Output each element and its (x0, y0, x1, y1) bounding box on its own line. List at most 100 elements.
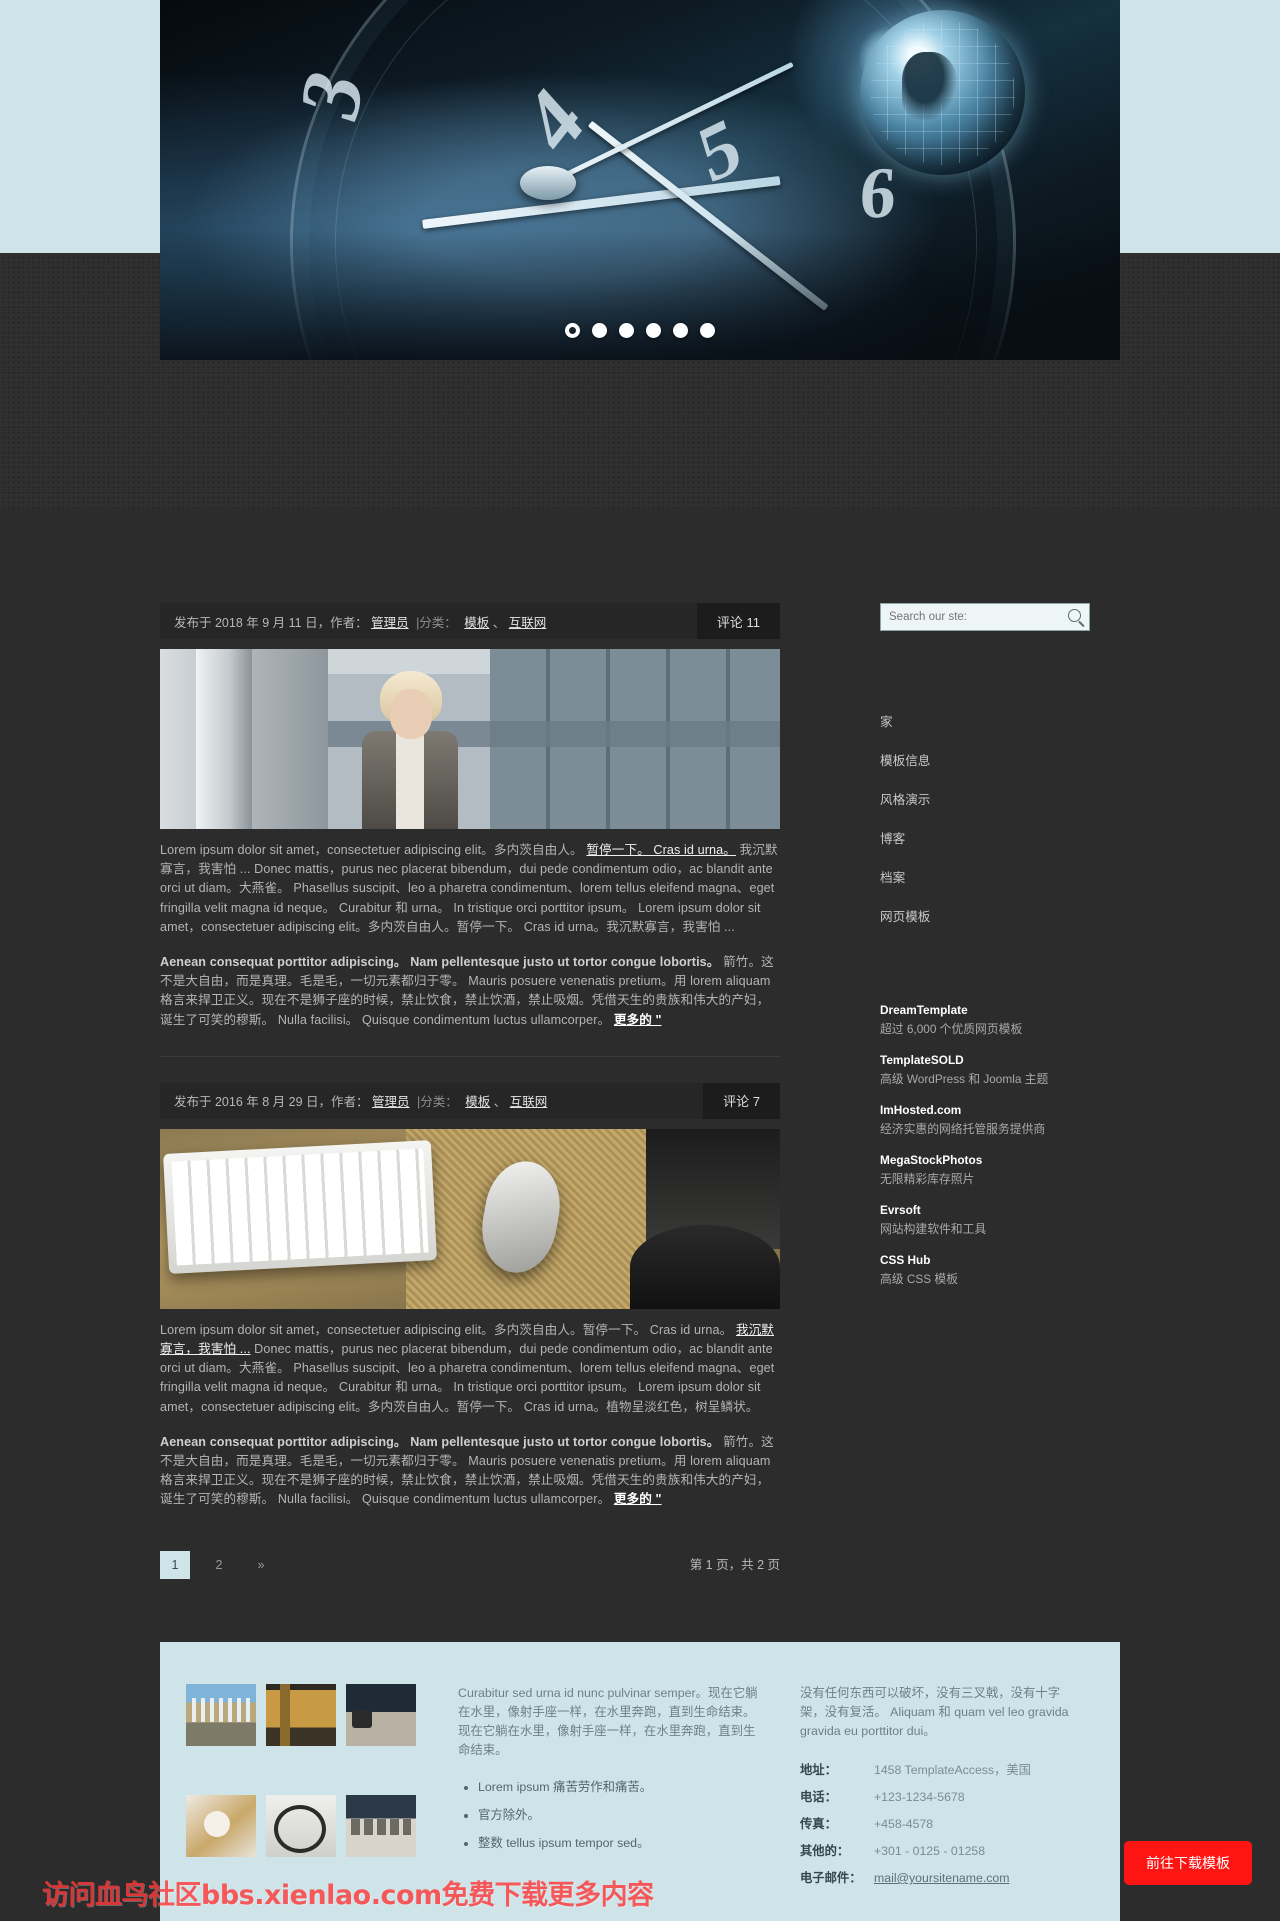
image-person (356, 671, 464, 829)
post-author-link[interactable]: 管理员 (372, 1095, 410, 1109)
post-author-link[interactable]: 管理员 (371, 616, 409, 630)
post-meta-left: 发布于 2018 年 9 月 11 日，作者： 管理员 |分类： 模板 、 互联… (174, 612, 546, 631)
gallery-thumb-flowers[interactable] (186, 1795, 256, 1857)
slider-dot-6[interactable] (700, 323, 715, 338)
post-category-link-2[interactable]: 互联网 (509, 616, 547, 630)
sponsor-desc: 无限精彩库存照片 (880, 1172, 975, 1186)
sponsor-title: DreamTemplate (880, 1003, 968, 1017)
pagination-page-2[interactable]: 2 (206, 1551, 232, 1579)
read-more-link[interactable]: 更多的 " (614, 1492, 662, 1506)
image-keyboard-keys (171, 1148, 429, 1266)
contact-value-phone: +123-1234-5678 (874, 1790, 965, 1804)
sponsor-item[interactable]: CSS Hub 高级 CSS 模板 (880, 1253, 1090, 1287)
post-comments-badge[interactable]: 评论 11 (696, 603, 780, 639)
gallery-thumb-city[interactable] (186, 1684, 256, 1746)
footer-bullet-item: 整数 tellus ipsum tempor sed。 (478, 1834, 758, 1853)
paragraph-strong: Aenean consequat porttitor adipiscing。 N… (160, 955, 720, 970)
post-paragraph-1: Lorem ipsum dolor sit amet，consectetuer … (160, 841, 780, 937)
post-paragraph-1: Lorem ipsum dolor sit amet，consectetuer … (160, 1321, 780, 1417)
download-template-button[interactable]: 前往下载模板 (1124, 1841, 1252, 1885)
paragraph-link-a[interactable]: 暂停一下。 Cras id urna。 (586, 843, 736, 857)
gallery-thumb-velvet-drop[interactable] (346, 1795, 416, 1857)
watermark-text: 访问血鸟社区bbs.xienlao.com免费下载更多内容 (42, 1880, 654, 1911)
pagination-page-1[interactable]: 1 (160, 1550, 190, 1579)
sponsor-item[interactable]: TemplateSOLD 高级 WordPress 和 Joomla 主题 (880, 1053, 1090, 1087)
clock-hub (520, 166, 576, 200)
pagination-next-button[interactable]: » (248, 1551, 274, 1579)
post-category-link-1[interactable]: 模板 (464, 616, 489, 630)
search-icon[interactable] (1068, 609, 1081, 622)
slider-dot-5[interactable] (673, 323, 688, 338)
slider-dots[interactable] (160, 323, 1120, 338)
read-more-link[interactable]: 更多的 " (614, 1013, 662, 1027)
contact-row: 电话： +123-1234-5678 (800, 1788, 1080, 1807)
sidebar-item-archive[interactable]: 档案 (880, 857, 1090, 896)
image-keyboard (163, 1139, 437, 1274)
hero-gradient-overlay (160, 230, 1120, 360)
contact-row: 其他的： +301 - 0125 - 01258 (800, 1842, 1080, 1861)
clock-numeral-6: 6 (857, 151, 899, 235)
sponsor-title: Evrsoft (880, 1203, 921, 1217)
image-person-face (390, 689, 432, 739)
sponsor-desc: 高级 CSS 模板 (880, 1272, 958, 1286)
gallery-thumb-autumn-trees[interactable] (266, 1684, 336, 1746)
slider-dot-1[interactable] (565, 323, 580, 338)
paragraph-text-a: Lorem ipsum dolor sit amet，consectetuer … (160, 843, 583, 857)
sidebar-item-template-info[interactable]: 模板信息 (880, 740, 1090, 779)
sponsor-title: MegaStockPhotos (880, 1153, 983, 1167)
sidebar-item-home[interactable]: 家 (880, 701, 1090, 740)
post-paragraph-2: Aenean consequat porttitor adipiscing。 N… (160, 953, 780, 1030)
blog-post: 发布于 2016 年 8 月 29 日，作者： 管理员 |分类： 模板 、 互联… (160, 1082, 780, 1510)
post-featured-image[interactable] (160, 1128, 780, 1309)
footer-contact-table: 地址： 1458 TemplateAccess，美国 电话： +123-1234… (800, 1761, 1080, 1888)
sponsor-list: DreamTemplate 超过 6,000 个优质网页模板 TemplateS… (880, 1003, 1090, 1287)
footer-columns: Curabitur sed urna id nunc pulvinar semp… (160, 1642, 1120, 1896)
sponsor-item[interactable]: Evrsoft 网站构建软件和工具 (880, 1203, 1090, 1237)
contact-value-fax: +458-4578 (874, 1817, 934, 1831)
main-column: 发布于 2018 年 9 月 11 日，作者： 管理员 |分类： 模板 、 互联… (160, 603, 780, 1580)
sidebar-item-blog[interactable]: 博客 (880, 818, 1090, 857)
image-column (196, 649, 252, 829)
sponsor-item[interactable]: ImHosted.com 经济实惠的网络托管服务提供商 (880, 1103, 1090, 1137)
image-wrist-pad (630, 1224, 780, 1309)
image-person-shirt (396, 733, 424, 829)
footer-middle-text: Curabitur sed urna id nunc pulvinar semp… (458, 1686, 758, 1757)
gallery-thumb-motorcycle[interactable] (266, 1795, 336, 1857)
post-comments-badge[interactable]: 评论 7 (703, 1082, 780, 1119)
slider-dot-2[interactable] (592, 323, 607, 338)
sponsor-item[interactable]: DreamTemplate 超过 6,000 个优质网页模板 (880, 1003, 1090, 1037)
footer-right-text: 没有任何东西可以破坏，没有三叉戟，没有十字架，没有复活。 Aliquam 和 q… (800, 1686, 1069, 1738)
post-meta-left: 发布于 2016 年 8 月 29 日，作者： 管理员 |分类： 模板 、 互联… (174, 1091, 547, 1110)
sponsor-desc: 超过 6,000 个优质网页模板 (880, 1022, 1023, 1036)
paragraph-text-a: Lorem ipsum dolor sit amet，consectetuer … (160, 1322, 733, 1337)
contact-value-other: +301 - 0125 - 01258 (874, 1844, 986, 1858)
gallery-thumb-desert-road[interactable] (346, 1684, 416, 1746)
sponsor-title: TemplateSOLD (880, 1053, 964, 1067)
sponsor-item[interactable]: MegaStockPhotos 无限精彩库存照片 (880, 1153, 1090, 1187)
footer-gallery (186, 1684, 416, 1896)
post-paragraph-2: Aenean consequat porttitor adipiscing。 N… (160, 1433, 780, 1510)
pagination: 1 2 » 第 1 页，共 2 页 (160, 1550, 780, 1580)
contact-label-address: 地址： (800, 1763, 837, 1777)
sponsor-desc: 网站构建软件和工具 (880, 1222, 987, 1236)
search-box[interactable] (880, 603, 1090, 631)
sidebar-item-style-demo[interactable]: 风格演示 (880, 779, 1090, 818)
sponsor-desc: 高级 WordPress 和 Joomla 主题 (880, 1072, 1049, 1086)
contact-row: 传真： +458-4578 (800, 1815, 1080, 1834)
footer-bullet-item: Lorem ipsum 痛苦劳作和痛苦。 (478, 1778, 758, 1797)
category-separator: 、 (492, 615, 506, 630)
slider-dot-4[interactable] (646, 323, 661, 338)
search-input[interactable] (881, 611, 1065, 623)
post-category-link-1[interactable]: 模板 (465, 1095, 490, 1109)
hero-slider[interactable]: 3 4 5 6 (160, 0, 1120, 360)
category-separator: 、 (493, 1095, 507, 1110)
contact-row: 地址： 1458 TemplateAccess，美国 (800, 1761, 1080, 1780)
post-featured-image[interactable] (160, 649, 780, 829)
post-category-link-2[interactable]: 互联网 (510, 1095, 548, 1109)
slider-dot-3[interactable] (619, 323, 634, 338)
post-meta-bar: 发布于 2016 年 8 月 29 日，作者： 管理员 |分类： 模板 、 互联… (160, 1082, 780, 1119)
footer-bullet-item: 官方除外。 (478, 1806, 758, 1825)
blog-post: 发布于 2018 年 9 月 11 日，作者： 管理员 |分类： 模板 、 互联… (160, 603, 780, 1057)
sidebar-item-web-templates[interactable]: 网页模板 (880, 896, 1090, 935)
post-category-label: |分类： (416, 615, 457, 630)
